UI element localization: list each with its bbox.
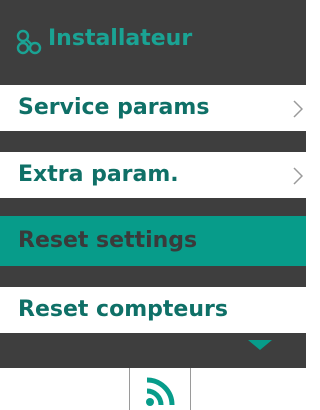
menu-item-service-params[interactable]: Service params bbox=[0, 85, 306, 131]
header: Installateur bbox=[0, 0, 306, 85]
page-title: Installateur bbox=[48, 26, 193, 51]
menu-item-extra-param[interactable]: Extra param. bbox=[0, 152, 306, 198]
menu-item-label: Reset compteurs bbox=[18, 297, 228, 322]
menu-item-reset-settings[interactable]: Reset settings bbox=[0, 216, 306, 266]
menu-item-label: Extra param. bbox=[18, 162, 179, 187]
chevron-right-icon bbox=[293, 167, 303, 185]
menu-item-label: Service params bbox=[18, 95, 210, 120]
wifi-signal-icon[interactable] bbox=[145, 377, 175, 407]
footer-divider bbox=[190, 368, 191, 410]
menu-item-reset-compteurs[interactable]: Reset compteurs bbox=[0, 287, 306, 333]
installer-screen: Installateur Service params Extra param.… bbox=[0, 0, 306, 410]
settings-nodes-icon bbox=[16, 29, 42, 55]
menu-item-label: Reset settings bbox=[18, 228, 198, 253]
chevron-right-icon bbox=[293, 100, 303, 118]
footer-bar bbox=[0, 368, 306, 410]
footer-divider bbox=[129, 368, 130, 410]
scroll-down-icon[interactable] bbox=[248, 340, 272, 350]
